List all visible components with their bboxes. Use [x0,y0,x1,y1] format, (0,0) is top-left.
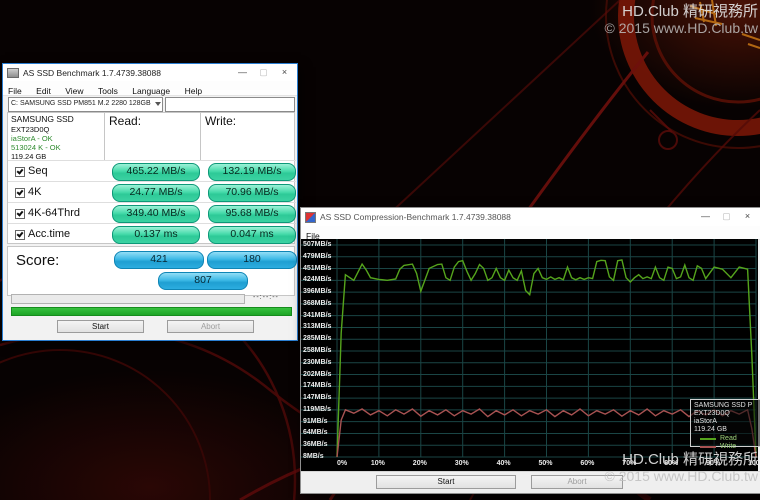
minimize-button[interactable]: — [232,64,253,81]
compression-titlebar[interactable]: AS SSD Compression-Benchmark 1.7.4739.38… [301,208,760,226]
score-section: Score: 421 180 807 [7,246,295,296]
close-icon[interactable]: × [737,208,758,225]
maximize-button: ▢ [253,64,274,81]
4k64-write-value: 95.68 MB/s [208,205,296,223]
aux-textbox[interactable] [165,97,295,112]
table-row-4k: 4K 24.77 MB/s 70.96 MB/s [8,181,296,203]
menu-language[interactable]: Language [127,84,175,98]
time-remaining: --:--:-- [253,294,279,301]
legend-drive-model: SAMSUNG SSD P [694,402,760,410]
menu-file[interactable]: File [3,84,27,98]
benchmark-titlebar[interactable]: AS SSD Benchmark 1.7.4739.38088 — ▢ × [3,64,297,81]
window-title: AS SSD Compression-Benchmark 1.7.4739.38… [320,212,511,222]
drive-select-dropdown[interactable]: C: SAMSUNG SSD PM851 M.2 2280 128GB [8,97,163,112]
results-table: SAMSUNG SSD EXT23D0Q iaStorA - OK 513024… [7,112,295,244]
4k-write-value: 70.96 MB/s [208,184,296,202]
menu-edit[interactable]: Edit [31,84,56,98]
legend-driver: iaStorA [694,418,760,426]
close-icon[interactable]: × [274,64,295,81]
legend-read-label: Read [720,435,737,442]
legend-capacity: 119.24 GB [694,426,760,434]
seq-read-value: 465.22 MB/s [112,163,200,181]
acctime-write-value: 0.047 ms [208,226,296,244]
overall-progress-bar [11,307,292,316]
chart-legend: SAMSUNG SSD P EXT23D0Q iaStorA 119.24 GB… [690,399,760,447]
seq-checkbox[interactable] [15,167,25,177]
score-label: Score: [16,252,59,269]
table-row-acctime: Acc.time 0.137 ms 0.047 ms [8,223,296,245]
drive-model: SAMSUNG SSD [11,115,74,124]
maximize-button: ▢ [716,208,737,225]
write-score: 180 [207,251,297,269]
read-line-swatch [700,438,716,440]
read-score: 421 [114,251,204,269]
legend-write-label: Write [720,443,736,450]
abort-button: Abort [531,475,623,489]
total-score: 807 [158,272,248,290]
legend-firmware: EXT23D0Q [694,410,760,418]
desktop: AS SSD Benchmark 1.7.4739.38088 — ▢ × Fi… [0,0,760,500]
app-icon [7,68,19,78]
drive-firmware: EXT23D0Q [11,125,74,134]
acctime-read-value: 0.137 ms [112,226,200,244]
seq-write-value: 132.19 MB/s [208,163,296,181]
write-line-swatch [700,446,716,448]
start-button[interactable]: Start [376,475,516,489]
4k64-read-value: 349.40 MB/s [112,205,200,223]
progress-bar [11,294,245,304]
write-column-header: Write: [205,114,236,128]
drive-driver-status: iaStorA - OK [11,134,74,143]
window-title: AS SSD Benchmark 1.7.4739.38088 [23,68,161,78]
app-icon [305,212,316,223]
menu-help[interactable]: Help [180,84,207,98]
minimize-button[interactable]: — [695,208,716,225]
chevron-down-icon [155,102,161,106]
table-row-seq: Seq 465.22 MB/s 132.19 MB/s [8,160,296,182]
menu-tools[interactable]: Tools [93,84,123,98]
4k-checkbox[interactable] [15,188,25,198]
menu-view[interactable]: View [60,84,88,98]
drive-alignment-status: 513024 K - OK [11,143,74,152]
compression-chart: 507MB/s479MB/s451MB/s424MB/s396MB/s368MB… [301,239,758,472]
compression-window: AS SSD Compression-Benchmark 1.7.4739.38… [300,207,760,494]
4k-read-value: 24.77 MB/s [112,184,200,202]
drive-info: SAMSUNG SSD EXT23D0Q iaStorA - OK 513024… [11,115,74,161]
read-column-header: Read: [109,114,141,128]
menu-bar: File Edit View Tools Language Help [3,81,297,96]
table-row-4k64: 4K-64Thrd 349.40 MB/s 95.68 MB/s [8,202,296,224]
start-button[interactable]: Start [57,320,144,333]
benchmark-window: AS SSD Benchmark 1.7.4739.38088 — ▢ × Fi… [2,63,298,341]
4k64-checkbox[interactable] [15,209,25,219]
menu-bar: File [301,226,760,240]
abort-button: Abort [167,320,254,333]
acctime-checkbox[interactable] [15,230,25,240]
